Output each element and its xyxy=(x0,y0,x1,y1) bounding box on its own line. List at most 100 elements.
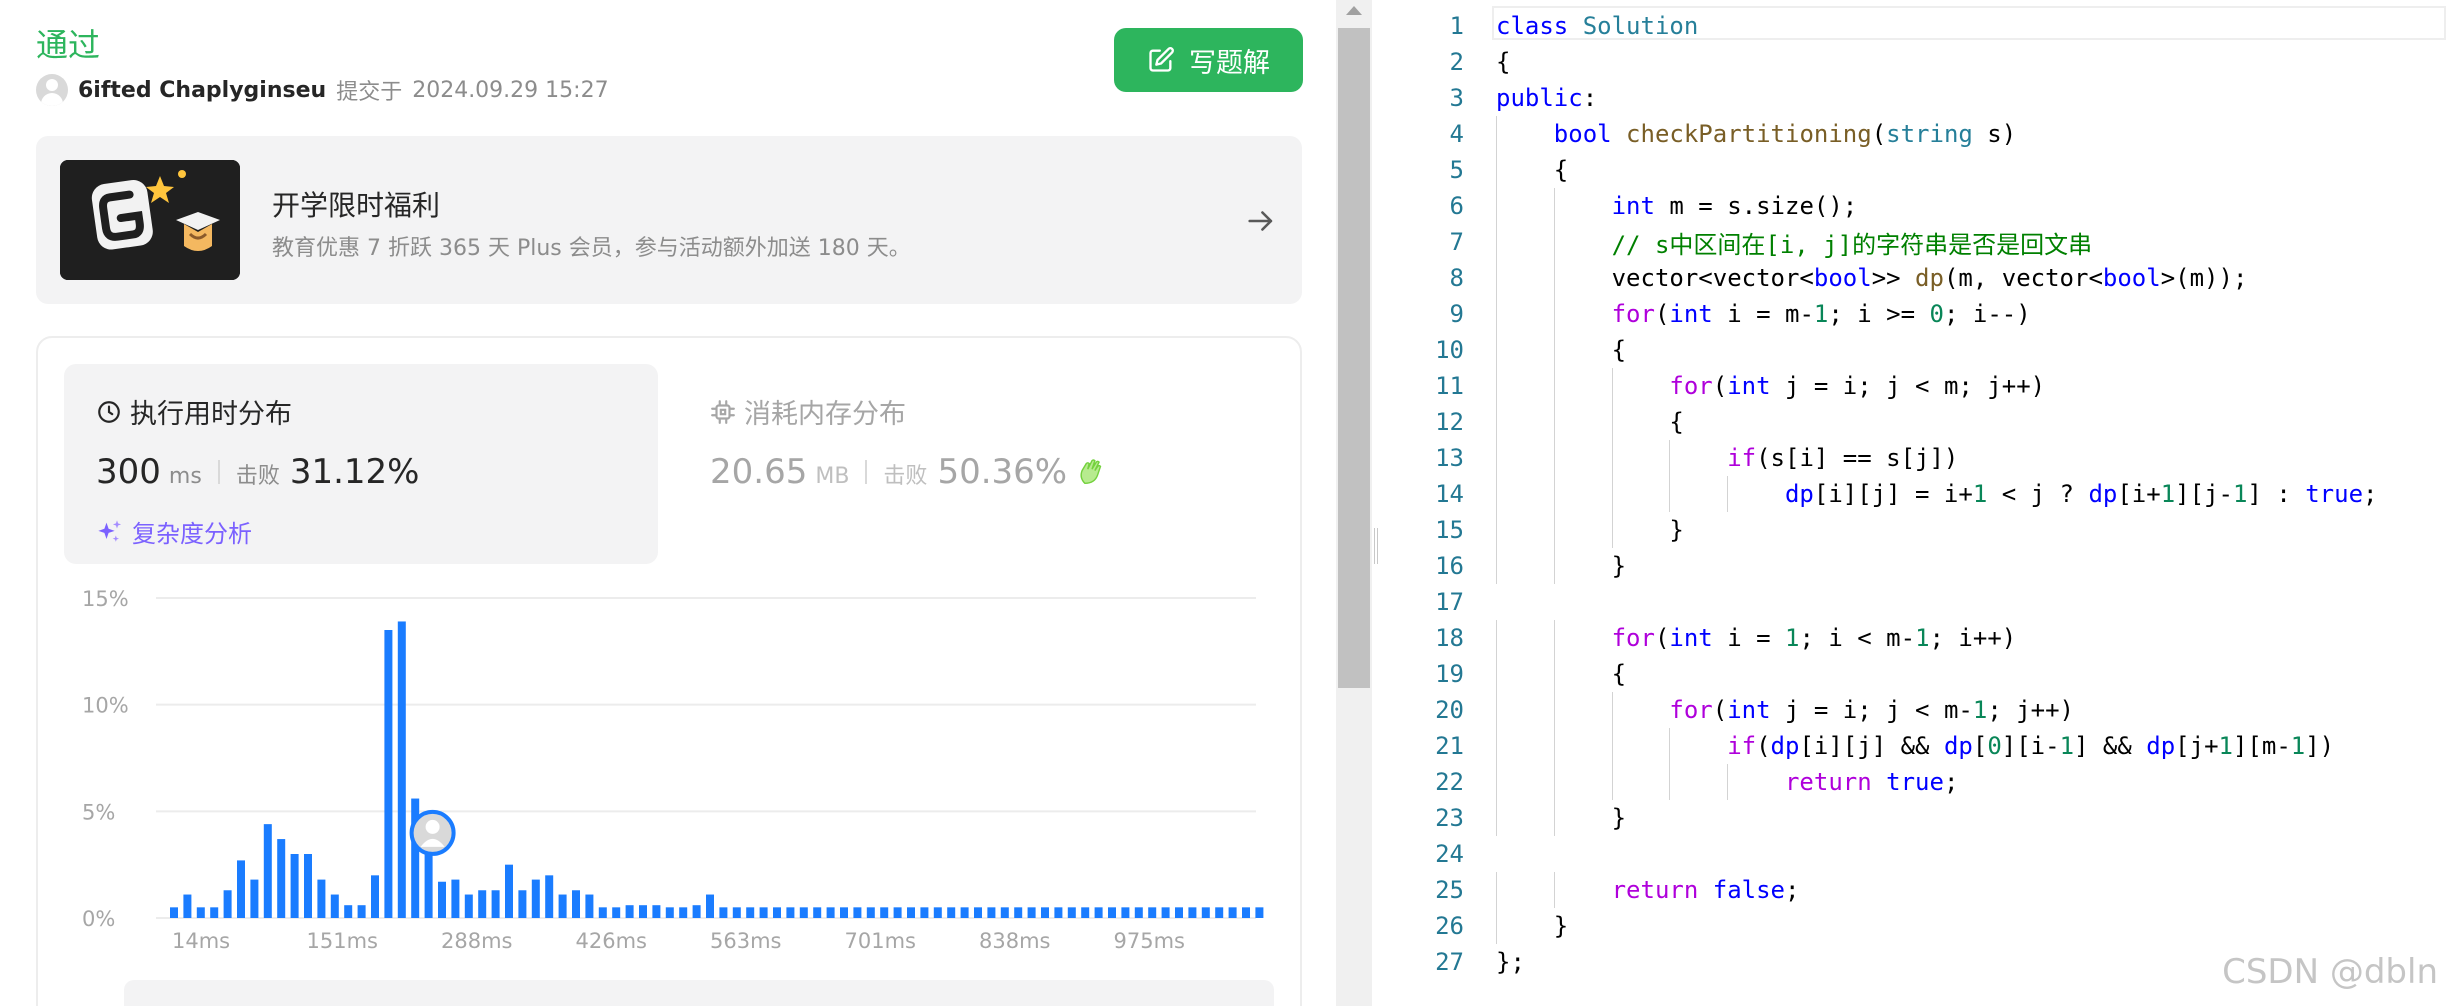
vertical-scrollbar[interactable] xyxy=(1336,0,1372,1006)
code-line[interactable]: 20 for(int j = i; j < m-1; j++) xyxy=(1384,692,2446,728)
memory-tab[interactable]: 消耗内存分布 20.65 MB 击败 50.36% xyxy=(686,364,1280,564)
chart-bar[interactable] xyxy=(344,905,353,918)
chart-bar[interactable] xyxy=(652,905,661,918)
chart-bar[interactable] xyxy=(786,907,795,918)
promo-banner[interactable]: 开学限时福利 教育优惠 7 折跃 365 天 Plus 会员，参与活动额外加送 … xyxy=(36,136,1302,304)
code-line[interactable]: 6 int m = s.size(); xyxy=(1384,188,2446,224)
chart-bar[interactable] xyxy=(826,907,835,918)
chart-bar[interactable] xyxy=(1054,907,1063,918)
chart-bar[interactable] xyxy=(290,854,299,918)
chart-bar[interactable] xyxy=(706,894,714,918)
chart-bar[interactable] xyxy=(746,907,755,918)
code-line[interactable]: 8 vector<vector<bool>> dp(m, vector<bool… xyxy=(1384,260,2446,296)
chart-bar[interactable] xyxy=(572,890,580,918)
chart-bar[interactable] xyxy=(1255,907,1264,918)
code-line[interactable]: 15 } xyxy=(1384,512,2446,548)
chart-bar[interactable] xyxy=(732,907,741,918)
chart-range-scroller[interactable] xyxy=(124,980,1274,1006)
chart-bar[interactable] xyxy=(853,907,862,918)
chart-bar[interactable] xyxy=(558,894,567,918)
chart-bar[interactable] xyxy=(813,907,822,918)
chart-bar[interactable] xyxy=(531,879,540,918)
chart-bar[interactable] xyxy=(692,905,701,918)
scrollbar-thumb[interactable] xyxy=(1338,28,1370,688)
code-line[interactable]: 19 { xyxy=(1384,656,2446,692)
code-line[interactable]: 22 return true; xyxy=(1384,764,2446,800)
code-line[interactable]: 26 } xyxy=(1384,908,2446,944)
chart-bar[interactable] xyxy=(1175,907,1183,918)
chart-bar[interactable] xyxy=(612,907,621,918)
chart-bar[interactable] xyxy=(438,881,446,918)
chart-bar[interactable] xyxy=(330,894,339,918)
chart-bar[interactable] xyxy=(451,879,460,918)
code-line[interactable]: 21 if(dp[i][j] && dp[0][i-1] && dp[j+1][… xyxy=(1384,728,2446,764)
chart-bar[interactable] xyxy=(598,907,607,918)
chart-bar[interactable] xyxy=(974,907,982,918)
code-line[interactable]: 10 { xyxy=(1384,332,2446,368)
code-line[interactable]: 13 if(s[i] == s[j]) xyxy=(1384,440,2446,476)
chart-bar[interactable] xyxy=(1108,907,1116,918)
chart-bar[interactable] xyxy=(170,907,178,918)
chart-bar[interactable] xyxy=(357,905,366,918)
chart-bar[interactable] xyxy=(1041,907,1049,918)
code-line[interactable]: 7 // s中区间在[i, j]的字符串是否是回文串 xyxy=(1384,224,2446,260)
chart-bar[interactable] xyxy=(880,907,889,918)
chart-bar[interactable] xyxy=(719,907,728,918)
chart-bar[interactable] xyxy=(987,907,996,918)
chart-bar[interactable] xyxy=(679,907,688,918)
chart-bar[interactable] xyxy=(665,907,674,918)
chart-bar[interactable] xyxy=(1000,907,1009,918)
chart-bar[interactable] xyxy=(840,907,848,918)
chart-bar[interactable] xyxy=(397,621,406,918)
chart-bar[interactable] xyxy=(1014,907,1023,918)
code-line[interactable]: 9 for(int i = m-1; i >= 0; i--) xyxy=(1384,296,2446,332)
code-line[interactable]: 5 { xyxy=(1384,152,2446,188)
chart-bar[interactable] xyxy=(920,907,929,918)
chart-bar[interactable] xyxy=(639,905,647,918)
runtime-tab[interactable]: 执行用时分布 300 ms 击败 31.12% 复杂度分析 xyxy=(64,364,658,564)
arrow-right-icon[interactable] xyxy=(1244,204,1278,238)
chart-bar[interactable] xyxy=(1201,907,1210,918)
chart-bar[interactable] xyxy=(1094,907,1103,918)
chart-bar[interactable] xyxy=(1161,907,1170,918)
code-line[interactable]: 25 return false; xyxy=(1384,872,2446,908)
chart-bar[interactable] xyxy=(866,907,875,918)
chart-bar[interactable] xyxy=(237,860,245,918)
chart-bar[interactable] xyxy=(183,894,192,918)
code-line[interactable]: 23 } xyxy=(1384,800,2446,836)
panel-divider[interactable] xyxy=(1372,0,1380,1006)
code-line[interactable]: 24 xyxy=(1384,836,2446,872)
chart-bar[interactable] xyxy=(317,879,326,918)
chart-bar[interactable] xyxy=(371,875,379,918)
code-line[interactable]: 2{ xyxy=(1384,44,2446,80)
chart-bar[interactable] xyxy=(478,890,487,918)
chart-bar[interactable] xyxy=(223,890,232,918)
chart-bar[interactable] xyxy=(1121,907,1130,918)
chart-bar[interactable] xyxy=(304,854,312,918)
chart-bar[interactable] xyxy=(464,894,473,918)
complexity-analysis-link[interactable]: 复杂度分析 xyxy=(96,514,252,549)
chart-bar[interactable] xyxy=(773,907,781,918)
code-line[interactable]: 17 xyxy=(1384,584,2446,620)
code-line[interactable]: 3 public: xyxy=(1384,80,2446,116)
chart-bar[interactable] xyxy=(759,907,768,918)
code-editor[interactable]: 1 class Solution 2{3 public: 4 bool checkPar… xyxy=(1384,0,2446,1006)
code-line[interactable]: 16 } xyxy=(1384,548,2446,584)
chart-bar[interactable] xyxy=(1188,907,1197,918)
chart-bar[interactable] xyxy=(210,907,219,918)
chart-bar[interactable] xyxy=(947,907,956,918)
chart-bar[interactable] xyxy=(799,907,808,918)
code-line[interactable]: 18 for(int i = 1; i < m-1; i++) xyxy=(1384,620,2446,656)
chart-bar[interactable] xyxy=(907,907,915,918)
user-name-link[interactable]: 6ifted Chaplyginseu xyxy=(78,78,326,103)
chart-bar[interactable] xyxy=(1027,907,1036,918)
chart-bar[interactable] xyxy=(625,905,634,918)
chart-bar[interactable] xyxy=(1081,907,1090,918)
chart-bar[interactable] xyxy=(518,890,527,918)
chart-bar[interactable] xyxy=(960,907,969,918)
chart-bar[interactable] xyxy=(893,907,902,918)
chart-bar[interactable] xyxy=(491,890,500,918)
chart-bar[interactable] xyxy=(277,839,286,918)
chart-bar[interactable] xyxy=(196,907,205,918)
chart-bar[interactable] xyxy=(1215,907,1224,918)
